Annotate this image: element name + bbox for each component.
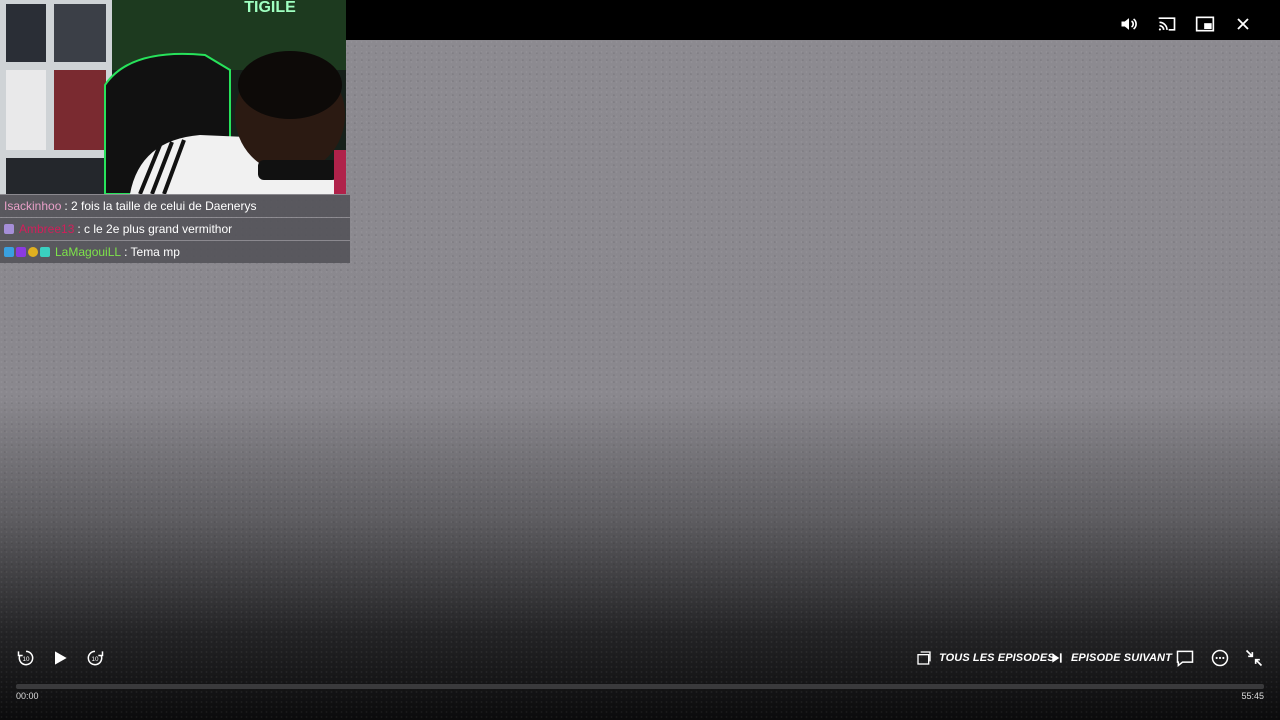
chat-message: Ambree13 : c le 2e plus grand vermithor xyxy=(0,218,350,240)
exit-fullscreen-button[interactable] xyxy=(1240,646,1268,670)
picture-in-picture-icon[interactable] xyxy=(1186,11,1224,37)
episodes-icon xyxy=(917,651,931,665)
badge-icon xyxy=(4,247,14,257)
exit-fullscreen-icon xyxy=(1245,649,1263,667)
play-icon xyxy=(55,651,67,665)
next-episode-label: EPISODE SUIVANT xyxy=(1071,652,1172,664)
player-controls: 10 10 TOUS LES EPISODES EPISODE SUIVANT xyxy=(0,642,1280,674)
svg-text:10: 10 xyxy=(23,656,30,663)
badge-icon xyxy=(28,247,38,257)
subtitles-icon xyxy=(1176,650,1194,668)
progress-bar[interactable] xyxy=(16,684,1264,689)
next-episode-button[interactable]: EPISODE SUIVANT xyxy=(1050,646,1172,670)
current-time: 00:00 xyxy=(16,691,39,701)
subtitles-button[interactable] xyxy=(1171,646,1199,670)
forward-10-icon: 10 xyxy=(87,650,104,666)
volume-icon[interactable] xyxy=(1110,11,1148,37)
webcam-scene: TIGILE xyxy=(0,0,346,194)
chat-message: LaMagouiLL : Tema mp xyxy=(0,241,350,263)
webcam-overlay: TIGILE xyxy=(0,0,346,194)
cast-icon[interactable] xyxy=(1148,11,1186,37)
top-controls xyxy=(1110,11,1262,37)
duration: 55:45 xyxy=(1241,691,1264,701)
rewind-10-button[interactable]: 10 xyxy=(12,646,40,670)
chat-text: : c le 2e plus grand vermithor xyxy=(77,222,233,236)
neon-sign: TIGILE xyxy=(244,0,296,16)
all-episodes-button[interactable]: TOUS LES EPISODES xyxy=(916,646,1055,670)
play-button[interactable] xyxy=(46,646,74,670)
next-icon xyxy=(1052,653,1062,663)
badge-icon xyxy=(40,247,50,257)
badge-icon xyxy=(16,247,26,257)
chat-text: : Tema mp xyxy=(124,245,180,259)
all-episodes-label: TOUS LES EPISODES xyxy=(939,652,1055,664)
chat-username: LaMagouiLL xyxy=(55,245,122,259)
svg-text:10: 10 xyxy=(92,656,99,663)
chat-username: Isackinhoo xyxy=(4,199,62,213)
user-badge-icon xyxy=(4,224,14,234)
forward-10-button[interactable]: 10 xyxy=(81,646,109,670)
rewind-10-icon: 10 xyxy=(17,650,34,666)
chat-overlay: Isackinhoo : 2 fois la taille de celui d… xyxy=(0,195,350,264)
chat-message: Isackinhoo : 2 fois la taille de celui d… xyxy=(0,195,350,217)
more-options-button[interactable] xyxy=(1206,646,1234,670)
close-icon[interactable] xyxy=(1224,11,1262,37)
chat-username: Ambree13 xyxy=(19,222,75,236)
chat-text: : 2 fois la taille de celui de Daenerys xyxy=(64,199,257,213)
more-options-icon xyxy=(1211,649,1229,667)
